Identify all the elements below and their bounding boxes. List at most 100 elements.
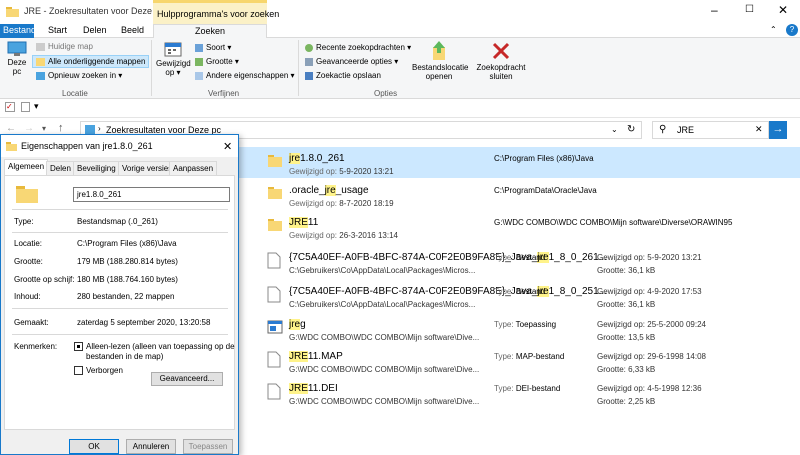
result-name: {7C5A40EF-A0FB-4BFC-874A-C0F2E0B9FA8E}_J… (289, 286, 607, 297)
result-size: Grootte: 6,33 kB (597, 365, 656, 374)
ribbon: Deze pc Huidige map Alle onderliggende m… (0, 38, 800, 99)
tab-share[interactable]: Delen (83, 25, 107, 35)
prop-label-size: Grootte: (14, 257, 43, 266)
advanced-options-label: Geavanceerde opties (316, 57, 393, 66)
cancel-button[interactable]: Annuleren (126, 439, 176, 454)
tab-file[interactable]: Bestand (0, 24, 36, 38)
ribbon-tabs: Bestand Start Delen Beeld Zoeken ⌃ ? (0, 24, 800, 39)
close-search-button[interactable]: Zoekopdracht sluiten (474, 41, 528, 81)
result-row[interactable]: JRE11.MAP G:\WDC COMBO\WDC COMBO\Mijn sof… (239, 345, 800, 376)
tab-customize[interactable]: Aanpassen (169, 161, 218, 175)
result-row[interactable]: JRE11.DEI G:\WDC COMBO\WDC COMBO\Mijn sof… (239, 377, 800, 408)
result-column-2: Type: MAP-bestand (494, 352, 564, 361)
result-column-2-value: Bestand (515, 287, 546, 296)
dialog-title-bar: Eigenschappen van jre1.8.0_261 ✕ (1, 135, 238, 157)
open-file-location-button[interactable]: Bestandslocatie openen (412, 41, 469, 81)
result-row[interactable]: {7C5A40EF-A0FB-4BFC-874A-C0F2E0B9FA8E}_J… (239, 246, 800, 277)
date-modified-label-1: Gewijzigd (156, 59, 191, 68)
properties-check-icon[interactable]: ✓ (5, 102, 15, 112)
maximize-button[interactable]: ☐ (745, 4, 754, 15)
ok-button[interactable]: OK (69, 439, 119, 454)
hidden-label: Verborgen (86, 366, 123, 375)
search-again-icon (36, 71, 45, 80)
result-size: Grootte: 2,25 kB (597, 397, 656, 406)
this-pc-label-1: Deze (7, 58, 27, 67)
all-subfolders-button[interactable]: Alle onderliggende mappen (32, 55, 150, 68)
apply-button[interactable]: Toepassen (183, 439, 233, 454)
result-name-suffix: g (300, 319, 306, 330)
search-input[interactable]: ⚲ JRE ✕ (652, 121, 769, 139)
result-row[interactable]: {7C5A40EF-A0FB-4BFC-874A-C0F2E0B9FA8E}_J… (239, 280, 800, 311)
open-location-label-1: Bestandslocatie (412, 63, 469, 72)
search-go-button[interactable]: → (769, 121, 787, 139)
kind-dropdown[interactable]: Soort ▾ (195, 43, 231, 52)
result-row[interactable]: jre1.8.0_261 Gewijzigd op: 5-9-2020 13:21… (239, 147, 800, 178)
tab-sharing[interactable]: Delen (46, 161, 75, 175)
tab-search[interactable]: Zoeken (153, 24, 267, 39)
customize-toolbar-icon[interactable]: ▾ (34, 101, 39, 112)
advanced-button[interactable]: Geavanceerd... (151, 372, 223, 386)
result-size: Grootte: 36,1 kB (597, 300, 656, 309)
result-modified: Gewijzigd op: 5-9-2020 13:21 (597, 253, 702, 262)
hidden-checkbox[interactable] (74, 366, 83, 375)
close-window-button[interactable]: ✕ (778, 3, 788, 17)
result-subtitle-value: G:\WDC COMBO\WDC COMBO\Mijn software\Div… (289, 365, 480, 374)
advanced-options-dropdown[interactable]: Geavanceerde opties ▾ (305, 57, 398, 66)
result-subtitle: Gewijzigd op: 26-3-2016 13:14 (289, 231, 398, 240)
save-search-button[interactable]: Zoekactie opslaan (305, 71, 381, 80)
result-name-suffix: 11.MAP (307, 351, 343, 362)
calendar-icon (164, 42, 182, 57)
size-label: Grootte (206, 57, 233, 66)
search-icon: ⚲ (659, 124, 667, 135)
new-folder-icon[interactable] (21, 102, 30, 112)
computer-icon (7, 41, 27, 56)
recent-locations-icon[interactable]: ▾ (42, 124, 46, 133)
result-row[interactable]: JRE11 Gewijzigd op: 26-3-2016 13:14 G:\WDC… (239, 211, 800, 242)
prop-value-size: 179 MB (188.280.814 bytes) (77, 257, 178, 266)
all-subfolders-label: Alle onderliggende mappen (48, 57, 146, 66)
this-pc-button[interactable]: Deze pc (5, 41, 29, 76)
result-column-2-value: MAP-bestand (515, 352, 565, 361)
result-subtitle-value: 26-3-2016 13:14 (339, 231, 398, 240)
tab-start[interactable]: Start (48, 25, 67, 35)
result-row[interactable]: jreg G:\WDC COMBO\WDC COMBO\Mijn software… (239, 313, 800, 344)
folder-name-value: jre1.8.0_261 (77, 190, 122, 199)
address-dropdown-icon[interactable]: ⌄ (611, 125, 618, 134)
tab-general[interactable]: Algemeen (4, 159, 49, 175)
current-folder-button[interactable]: Huidige map (36, 42, 93, 51)
back-icon[interactable]: ← (6, 123, 16, 134)
result-subtitle-value: C:\Gebruikers\Co\AppData\Local\Packages\… (289, 300, 476, 309)
prop-value-location: C:\Program Files (x86)\Java (77, 239, 177, 248)
refresh-icon[interactable]: ↻ (627, 124, 635, 135)
tab-previous-versions[interactable]: Vorige versies (118, 161, 177, 175)
tab-security[interactable]: Beveiliging (73, 161, 120, 175)
dialog-close-button[interactable]: ✕ (223, 140, 232, 153)
date-modified-button[interactable]: Gewijzigd op ▾ (156, 41, 191, 77)
result-name-suffix: _usage (335, 185, 369, 196)
readonly-label-2: bestanden in de map) (86, 352, 164, 361)
result-subtitle-value: G:\WDC COMBO\WDC COMBO\Mijn software\Div… (289, 333, 480, 342)
readonly-checkbox[interactable] (74, 342, 83, 351)
result-size: Grootte: 13,5 kB (597, 333, 656, 342)
folder-name-input[interactable]: jre1.8.0_261 (73, 187, 230, 202)
result-column-2-value: DEI-bestand (515, 384, 561, 393)
up-icon[interactable]: ↑ (58, 122, 64, 134)
ribbon-collapse-icon[interactable]: ⌃ (770, 25, 777, 34)
prop-label-size-on-disk: Grootte op schijf: (14, 275, 75, 284)
result-subtitle: G:\WDC COMBO\WDC COMBO\Mijn software\Div… (289, 365, 479, 374)
clear-search-icon[interactable]: ✕ (755, 124, 763, 135)
other-properties-dropdown[interactable]: Andere eigenschappen ▾ (195, 71, 295, 80)
file-icon (267, 286, 281, 303)
recent-searches-dropdown[interactable]: Recente zoekopdrachten ▾ (305, 43, 411, 52)
result-subtitle: C:\Gebruikers\Co\AppData\Local\Packages\… (289, 266, 475, 275)
size-dropdown[interactable]: Grootte ▾ (195, 57, 239, 66)
forward-icon[interactable]: → (24, 123, 34, 134)
result-row[interactable]: .oracle_jre_usage Gewijzigd op: 8-7-2020 … (239, 179, 800, 210)
prop-value-created: zaterdag 5 september 2020, 13:20:58 (77, 318, 211, 327)
tab-view[interactable]: Beeld (121, 25, 144, 35)
minimize-button[interactable]: – (711, 3, 718, 17)
help-icon[interactable]: ? (786, 24, 798, 36)
group-label-location: Locatie (62, 89, 88, 98)
result-type-key: Type: (494, 320, 514, 329)
search-again-dropdown[interactable]: Opnieuw zoeken in ▾ (36, 71, 122, 80)
